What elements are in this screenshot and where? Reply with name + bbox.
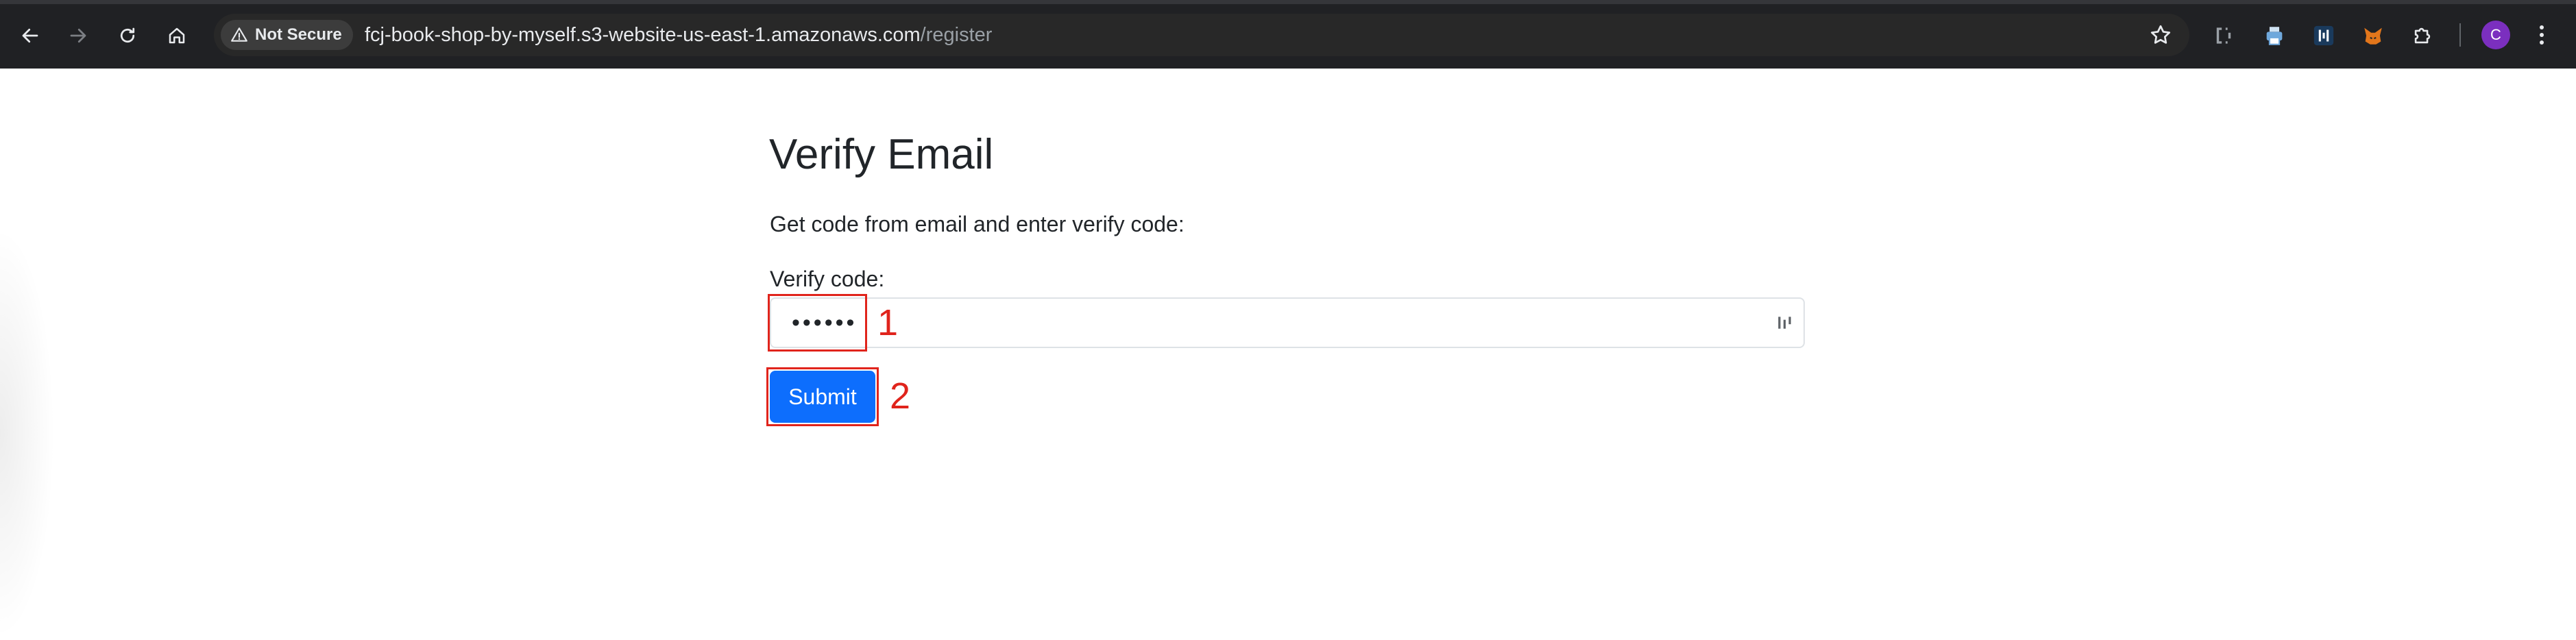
star-icon[interactable] xyxy=(2148,23,2173,47)
kebab-menu-icon[interactable] xyxy=(2535,21,2549,49)
browser-toolbar: Not Secure fcj-book-shop-by-myself.s3-we… xyxy=(0,0,2576,69)
window-edge-shadow xyxy=(0,226,55,640)
tab-strip-edge xyxy=(0,0,2576,4)
printer-extension-icon[interactable] xyxy=(2261,22,2288,49)
site-security-chip[interactable]: Not Secure xyxy=(221,20,353,50)
profile-avatar[interactable]: C xyxy=(2481,21,2510,49)
security-label: Not Secure xyxy=(255,25,342,44)
annotation-box-1 xyxy=(768,294,867,352)
arrow-left-icon xyxy=(22,28,38,43)
home-icon xyxy=(169,27,185,44)
ci-extension-icon[interactable] xyxy=(2210,22,2237,49)
verify-code-input[interactable]: •••••• xyxy=(770,297,1805,348)
back-button[interactable] xyxy=(14,19,47,52)
annotation-number-1: 1 xyxy=(877,302,899,343)
arrow-right-icon xyxy=(70,28,86,43)
home-button[interactable] xyxy=(160,19,193,52)
url-host: fcj-book-shop-by-myself.s3-website-us-ea… xyxy=(365,24,921,46)
instruction-text: Get code from email and enter verify cod… xyxy=(770,212,1184,236)
annotation-box-2 xyxy=(766,367,879,426)
address-bar[interactable]: Not Secure fcj-book-shop-by-myself.s3-we… xyxy=(214,14,2189,56)
blue-extension-icon[interactable] xyxy=(2310,22,2337,49)
verify-code-label: Verify code: xyxy=(770,267,885,291)
warning-triangle-icon xyxy=(231,27,247,42)
forward-button[interactable] xyxy=(62,19,95,52)
metamask-fox-icon[interactable] xyxy=(2359,22,2387,49)
password-manager-icon[interactable] xyxy=(1776,314,1794,332)
reload-button[interactable] xyxy=(111,19,144,52)
url-path: /register xyxy=(920,24,993,46)
page-title: Verify Email xyxy=(769,131,994,178)
reload-icon xyxy=(120,27,135,43)
toolbar-divider xyxy=(2459,23,2461,47)
url-text[interactable]: fcj-book-shop-by-myself.s3-website-us-ea… xyxy=(365,14,992,56)
annotation-number-2: 2 xyxy=(890,376,911,417)
puzzle-extensions-icon[interactable] xyxy=(2409,22,2436,49)
